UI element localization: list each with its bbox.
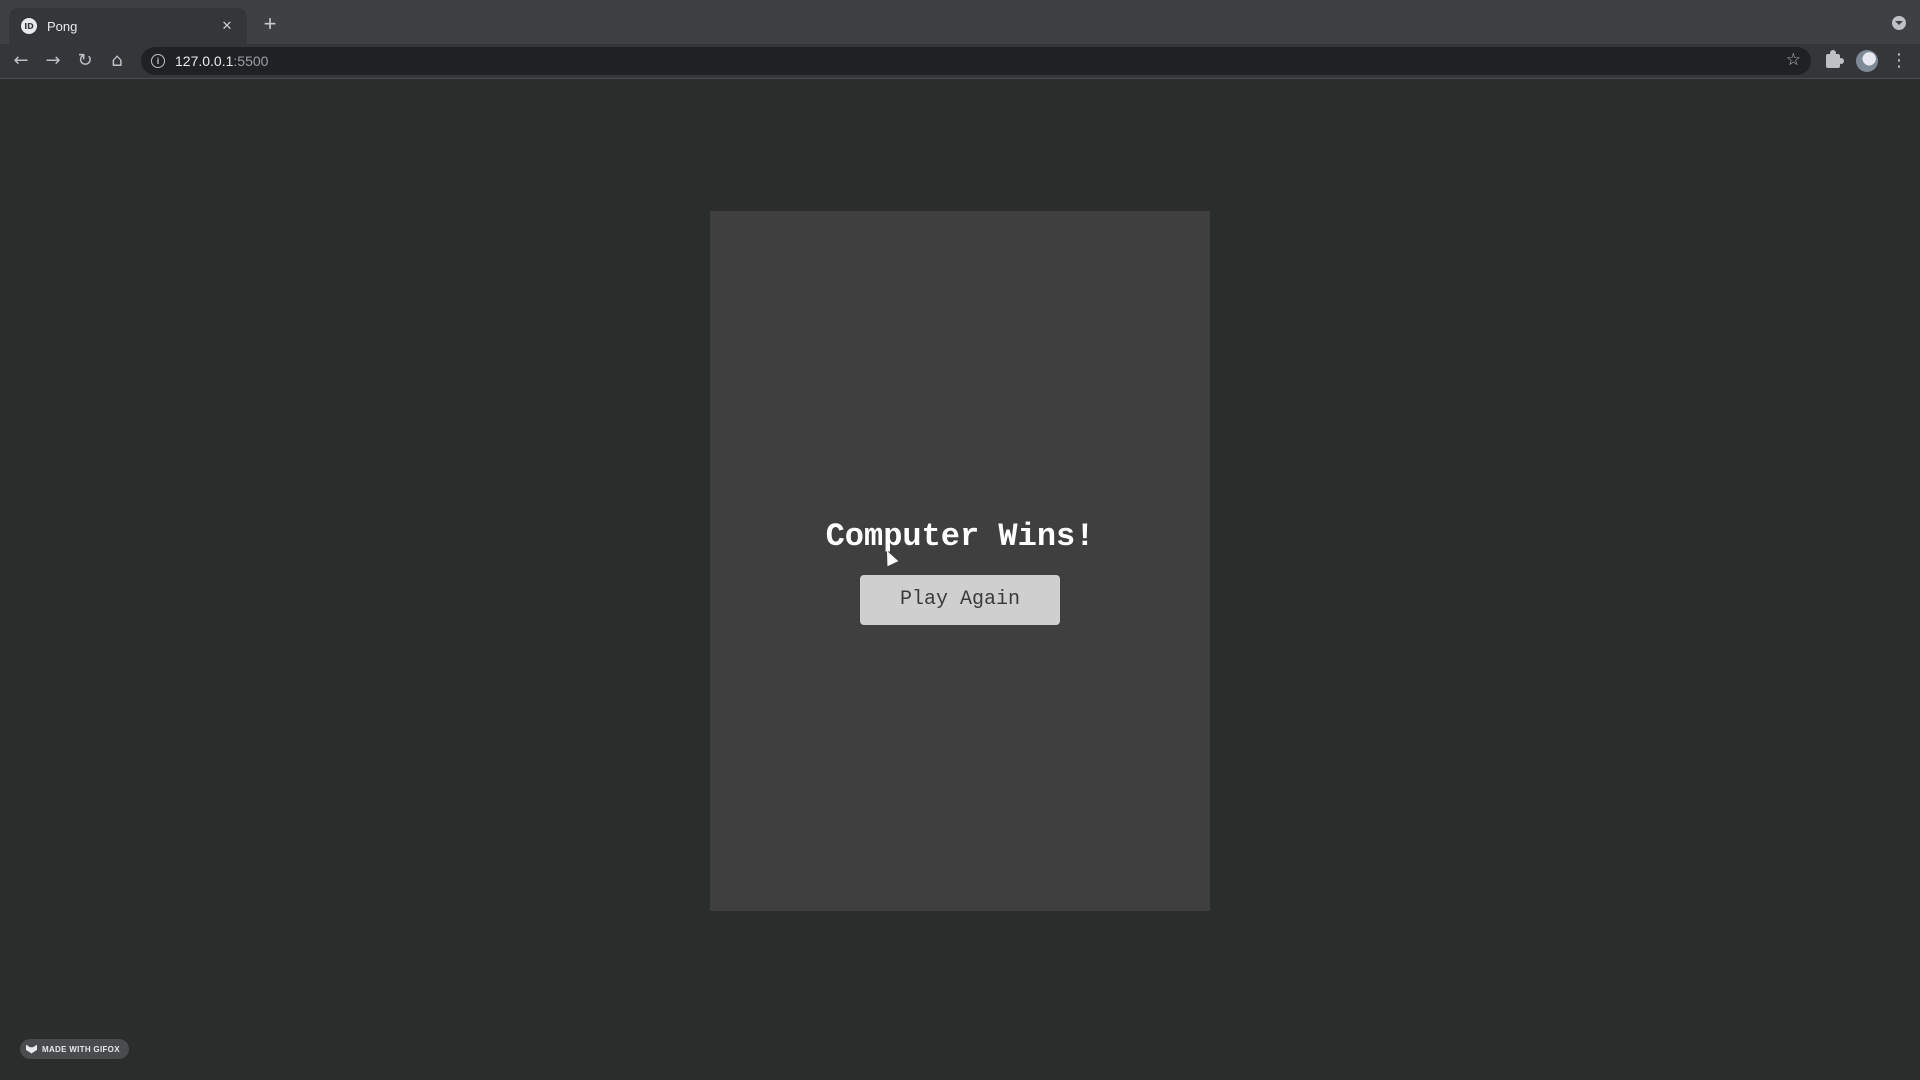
bookmark-star-icon[interactable]: ☆ (1786, 50, 1801, 70)
browser-toolbar: ← → ↻ ⌂ i 127.0.0.1:5500 ☆ ⋮ (0, 44, 1920, 79)
fox-icon (26, 1044, 37, 1054)
reload-icon[interactable]: ↻ (72, 48, 98, 74)
forward-arrow-icon[interactable]: → (40, 48, 66, 74)
url-text: 127.0.0.1:5500 (175, 53, 269, 69)
kebab-menu-icon[interactable]: ⋮ (1890, 48, 1908, 74)
winner-message: Computer Wins! (825, 518, 1095, 555)
watermark-label: MADE WITH GIFOX (42, 1044, 120, 1054)
play-again-button[interactable]: Play Again (860, 575, 1060, 625)
close-icon[interactable]: ✕ (219, 18, 235, 34)
plus-icon[interactable]: + (258, 10, 282, 38)
tab-title: Pong (47, 18, 78, 34)
profile-avatar[interactable] (1856, 50, 1878, 72)
extensions-puzzle-icon[interactable] (1826, 50, 1844, 68)
browser-tab[interactable]: ID Pong ✕ (9, 8, 247, 44)
info-icon[interactable]: i (151, 54, 165, 68)
home-icon[interactable]: ⌂ (104, 48, 130, 74)
tab-search-icon[interactable] (1892, 16, 1906, 30)
favicon-icon: ID (21, 18, 37, 34)
pong-game-canvas: Computer Wins! Play Again (710, 211, 1210, 911)
gifox-watermark-badge: MADE WITH GIFOX (20, 1039, 129, 1059)
back-arrow-icon[interactable]: ← (8, 48, 34, 74)
game-over-screen: Computer Wins! Play Again (710, 211, 1210, 911)
address-bar[interactable]: i 127.0.0.1:5500 ☆ (141, 47, 1811, 75)
browser-tab-strip: ID Pong ✕ + (0, 0, 1920, 44)
